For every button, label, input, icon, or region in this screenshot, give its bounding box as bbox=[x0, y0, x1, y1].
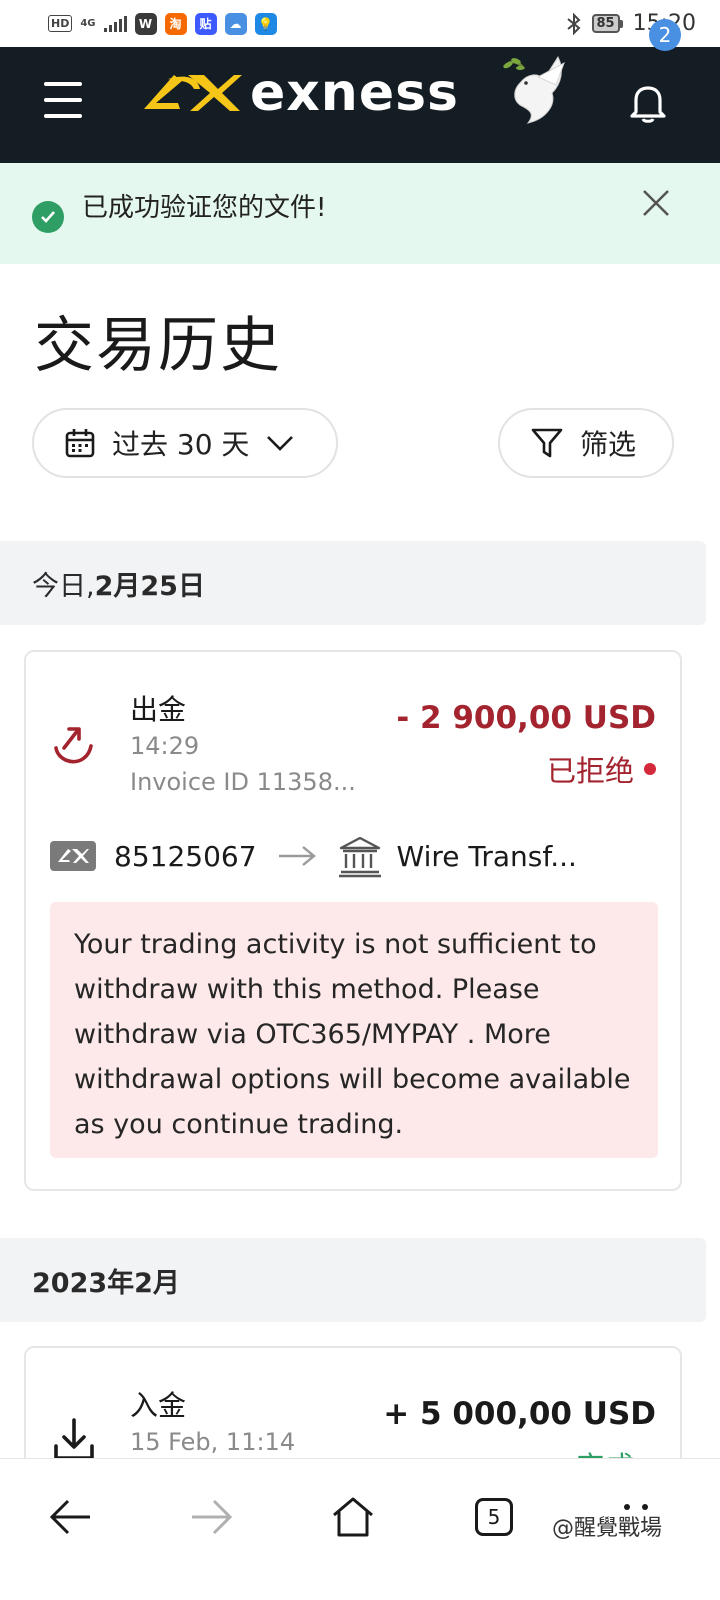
transaction-time: 15 Feb, 11:14 bbox=[130, 1428, 296, 1456]
page-title: 交易历史 bbox=[34, 311, 282, 381]
menu-icon[interactable] bbox=[44, 82, 82, 118]
tabs-count: 5 bbox=[475, 1498, 513, 1536]
status-bar: HD 4G W淘贴☁💡 85 15:20 bbox=[0, 0, 720, 47]
transaction-amount: + 5 000,00 USD bbox=[383, 1396, 656, 1432]
arrow-left-icon bbox=[49, 1499, 90, 1535]
deposit-icon bbox=[54, 1418, 94, 1460]
status-dot-icon bbox=[644, 763, 656, 775]
exness-logo-mark bbox=[144, 75, 242, 111]
w-app-icon: W bbox=[134, 12, 157, 35]
close-icon[interactable] bbox=[640, 187, 672, 219]
date-range-dropdown[interactable]: 过去 30 天 bbox=[32, 408, 338, 478]
transaction-type: 出金 bbox=[130, 693, 187, 726]
group-header-month: 2023年2月 bbox=[32, 1267, 180, 1299]
home-icon bbox=[333, 1497, 373, 1537]
group-header-date: 2月25日 bbox=[94, 570, 205, 602]
app-header: exness 2 bbox=[0, 19, 720, 163]
group-header-prefix: 今日, bbox=[32, 570, 95, 602]
brand-name: exness bbox=[250, 63, 459, 123]
status-left: HD 4G W 淘贴 ☁ 💡 bbox=[48, 12, 277, 35]
bulb-app-icon: 💡 bbox=[254, 12, 277, 35]
transaction-time: 14:29 bbox=[130, 732, 200, 760]
filter-button[interactable]: 筛选 bbox=[498, 408, 674, 478]
battery-icon: 85 bbox=[591, 14, 623, 33]
home-button[interactable] bbox=[329, 1493, 377, 1541]
notification-count-badge: 2 bbox=[649, 19, 681, 51]
withdrawal-method: Wire Transf... bbox=[396, 839, 577, 873]
verification-success-banner: 已成功验证您的文件! bbox=[0, 163, 720, 264]
filter-label: 筛选 bbox=[580, 428, 637, 461]
date-range-label: 过去 30 天 bbox=[112, 428, 250, 461]
exness-account-icon bbox=[50, 841, 96, 871]
network-type: 4G bbox=[80, 17, 96, 29]
calendar-icon bbox=[65, 429, 95, 458]
bank-icon bbox=[338, 836, 381, 878]
back-button[interactable] bbox=[46, 1493, 94, 1541]
notification-app-icons: W 淘贴 ☁ 💡 bbox=[134, 12, 277, 35]
arrow-right-icon bbox=[278, 846, 316, 866]
battery-level: 85 bbox=[591, 14, 620, 33]
status-badge: 已拒绝 bbox=[547, 748, 656, 790]
transaction-type: 入金 bbox=[130, 1389, 187, 1422]
tieba-app-icon: 贴 bbox=[194, 12, 217, 35]
invoice-id: Invoice ID 11358... bbox=[130, 768, 356, 796]
check-circle-icon bbox=[32, 201, 64, 233]
status-text: 已拒绝 bbox=[546, 754, 634, 788]
bell-icon[interactable] bbox=[628, 80, 668, 124]
forward-button[interactable] bbox=[188, 1493, 236, 1541]
bluetooth-icon bbox=[566, 12, 580, 35]
dove-icon bbox=[502, 55, 565, 124]
weather-app-icon: ☁ bbox=[224, 12, 247, 35]
transaction-amount: - 2 900,00 USD bbox=[396, 700, 656, 736]
source-account-number: 85125067 bbox=[114, 839, 257, 873]
transfer-route: 85125067 Wire Transf... bbox=[50, 834, 577, 878]
signal-icon bbox=[103, 15, 127, 32]
rejection-reason-message: Your trading activity is not sufficient … bbox=[50, 902, 658, 1158]
hd-badge: HD bbox=[48, 15, 73, 32]
taobao-app-icon: 淘 bbox=[164, 12, 187, 35]
filter-icon bbox=[531, 428, 563, 458]
transaction-card-withdrawal[interactable]: 出金 14:29 Invoice ID 11358... - 2 900,00 … bbox=[24, 650, 682, 1191]
chevron-down-icon bbox=[267, 436, 294, 451]
watermark-text: @醒覺戰場 bbox=[552, 1516, 663, 1541]
date-group-header-today: 今日, 2月25日 bbox=[0, 541, 706, 625]
exness-logo[interactable]: exness bbox=[138, 63, 459, 123]
arrow-right-icon bbox=[192, 1499, 233, 1535]
tabs-button[interactable]: 5 bbox=[470, 1493, 518, 1541]
banner-message: 已成功验证您的文件! bbox=[82, 193, 327, 223]
withdrawal-icon bbox=[54, 727, 93, 764]
date-group-header-month: 2023年2月 bbox=[0, 1238, 706, 1322]
